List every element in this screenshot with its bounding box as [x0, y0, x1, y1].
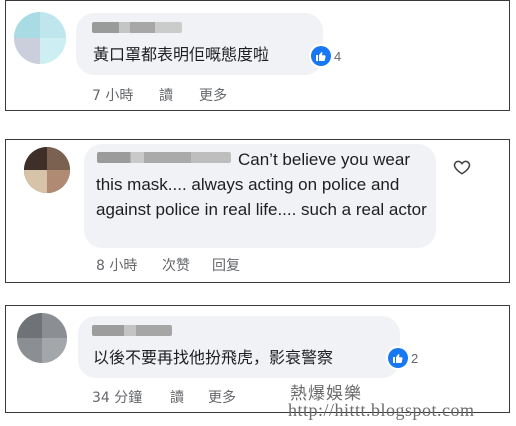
- action-more[interactable]: 更多: [208, 387, 236, 407]
- commenter-name[interactable]: [92, 22, 182, 33]
- reaction-summary[interactable]: 2: [388, 348, 418, 368]
- comment-meta: 8 小時 次赞 回复: [96, 255, 240, 275]
- action-reply[interactable]: 回复: [212, 255, 240, 275]
- action-like[interactable]: 次赞: [162, 255, 212, 275]
- timestamp[interactable]: 8 小時: [96, 255, 162, 275]
- commenter-name[interactable]: [92, 325, 172, 336]
- action-more[interactable]: 更多: [199, 85, 227, 105]
- comment-text: 以後不要再找他扮飛虎，影衰警察: [93, 348, 334, 367]
- watermark-url: http://hittt.blogspot.com: [288, 400, 475, 420]
- reaction-summary[interactable]: 4: [311, 46, 341, 66]
- comment-text: Can’t believe you wear this mask.... alw…: [96, 150, 427, 219]
- reaction-count: 2: [411, 350, 419, 366]
- comment-text: 黃口罩都表明佢嘅態度啦: [93, 45, 270, 64]
- action-read[interactable]: 讀: [170, 387, 208, 407]
- action-read[interactable]: 讀: [159, 85, 199, 105]
- reaction-count: 4: [334, 48, 342, 64]
- heart-outline-icon[interactable]: [453, 158, 471, 176]
- avatar[interactable]: [14, 12, 66, 64]
- timestamp[interactable]: 7 小時: [92, 85, 159, 105]
- comment-meta: 7 小時 讀 更多: [92, 85, 227, 105]
- avatar[interactable]: [17, 313, 67, 363]
- avatar[interactable]: [24, 147, 70, 193]
- thumbs-up-icon: [388, 348, 408, 368]
- comment-meta: 34 分鐘 讀 更多: [92, 387, 236, 407]
- timestamp[interactable]: 34 分鐘: [92, 387, 170, 407]
- thumbs-up-icon: [311, 46, 331, 66]
